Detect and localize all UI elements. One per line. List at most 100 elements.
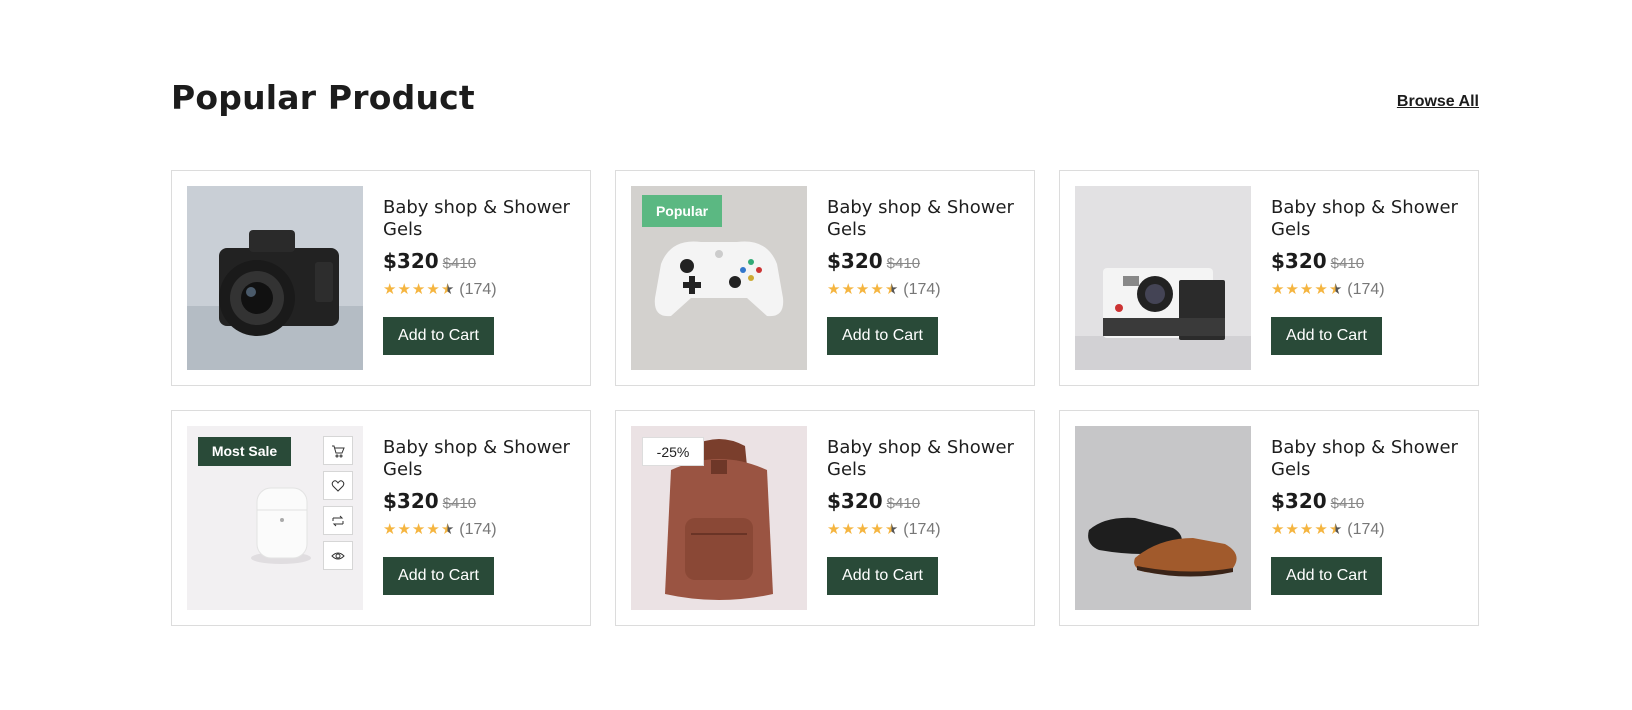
star-icon: ★ <box>841 521 855 538</box>
review-count: (174) <box>459 521 497 538</box>
add-to-cart-button[interactable]: Add to Cart <box>827 557 938 595</box>
half-star-icon: ★ <box>440 281 455 298</box>
product-info: Baby shop & Shower Gels $320 $410 ★ ★ ★ ★ ★ … <box>1271 197 1466 355</box>
product-rating: ★ ★ ★ ★ ★ (174) <box>383 521 578 539</box>
half-star-icon: ★ <box>884 521 899 538</box>
star-icon: ★ <box>383 521 397 538</box>
star-icon: ★ <box>426 281 440 298</box>
product-card: Baby shop & Shower Gels $320 $410 ★ ★ ★ ★ ★ … <box>1059 410 1479 626</box>
star-icon: ★ <box>1299 281 1314 298</box>
product-old-price: $410 <box>1330 255 1365 272</box>
product-price: $320 <box>383 489 439 513</box>
product-rating: ★ ★ ★ ★ ★ (174) <box>1271 521 1466 539</box>
star-icon: ★ <box>870 281 884 298</box>
star-icon: ★ <box>411 521 426 538</box>
product-image-instant-camera[interactable] <box>1075 186 1251 370</box>
product-card: Popular Baby shop & Shower Gels $320 $41… <box>615 170 1035 386</box>
review-count: (174) <box>903 281 941 298</box>
star-icon: ★ <box>1285 521 1299 538</box>
quick-actions <box>323 436 353 576</box>
star-icon: ★ <box>827 521 841 538</box>
star-icon: ★ <box>426 521 440 538</box>
star-icon: ★ <box>1271 521 1285 538</box>
product-image-backpack[interactable]: -25% <box>631 426 807 610</box>
star-icon: ★ <box>1285 281 1299 298</box>
price-row: $320 $410 <box>1271 249 1466 273</box>
add-to-cart-quick-button[interactable] <box>323 436 353 465</box>
rating-stars: ★ ★ ★ ★ ★ <box>383 521 454 539</box>
product-old-price: $410 <box>1330 495 1365 512</box>
review-count: (174) <box>903 521 941 538</box>
product-price: $320 <box>1271 489 1327 513</box>
product-image-shoes[interactable] <box>1075 426 1251 610</box>
product-name[interactable]: Baby shop & Shower Gels <box>827 197 1022 241</box>
price-row: $320 $410 <box>827 489 1022 513</box>
review-count: (174) <box>1347 281 1385 298</box>
product-name[interactable]: Baby shop & Shower Gels <box>383 197 578 241</box>
quick-view-button[interactable] <box>323 541 353 570</box>
half-star-icon: ★ <box>1328 521 1343 538</box>
product-price: $320 <box>827 489 883 513</box>
browse-all-link[interactable]: Browse All <box>1397 93 1479 111</box>
star-icon: ★ <box>397 521 411 538</box>
rating-stars: ★ ★ ★ ★ ★ <box>827 521 898 539</box>
popular-products-section: Popular Product Browse All Baby shop & S… <box>171 0 1479 710</box>
product-image-camera[interactable] <box>187 186 363 370</box>
wishlist-button[interactable] <box>323 471 353 500</box>
product-info: Baby shop & Shower Gels $320 $410 ★ ★ ★ ★ ★ … <box>827 437 1022 595</box>
add-to-cart-button[interactable]: Add to Cart <box>1271 557 1382 595</box>
add-to-cart-button[interactable]: Add to Cart <box>827 317 938 355</box>
star-icon: ★ <box>1299 521 1314 538</box>
product-image-earbuds-case[interactable]: Most Sale <box>187 426 363 610</box>
product-old-price: $410 <box>442 255 477 272</box>
cart-icon <box>332 445 345 457</box>
product-price: $320 <box>1271 249 1327 273</box>
star-icon: ★ <box>827 281 841 298</box>
add-to-cart-button[interactable]: Add to Cart <box>383 557 494 595</box>
heart-icon <box>331 479 345 492</box>
product-name[interactable]: Baby shop & Shower Gels <box>1271 197 1466 241</box>
product-old-price: $410 <box>886 255 921 272</box>
product-info: Baby shop & Shower Gels $320 $410 ★ ★ ★ ★ ★ … <box>827 197 1022 355</box>
section-title: Popular Product <box>171 78 475 117</box>
product-old-price: $410 <box>886 495 921 512</box>
product-card: -25% Baby shop & Shower Gels $320 $410 ★… <box>615 410 1035 626</box>
add-to-cart-button[interactable]: Add to Cart <box>1271 317 1382 355</box>
eye-icon <box>331 552 345 559</box>
rating-stars: ★ ★ ★ ★ ★ <box>1271 281 1342 299</box>
product-image-game-controller[interactable]: Popular <box>631 186 807 370</box>
star-icon: ★ <box>411 281 426 298</box>
product-price: $320 <box>383 249 439 273</box>
product-card: Baby shop & Shower Gels $320 $410 ★ ★ ★ ★ ★ … <box>1059 170 1479 386</box>
price-row: $320 $410 <box>1271 489 1466 513</box>
price-row: $320 $410 <box>383 249 578 273</box>
star-icon: ★ <box>855 281 870 298</box>
price-row: $320 $410 <box>383 489 578 513</box>
add-to-cart-button[interactable]: Add to Cart <box>383 317 494 355</box>
product-info: Baby shop & Shower Gels $320 $410 ★ ★ ★ ★ ★ … <box>1271 437 1466 595</box>
product-card: Most Sale Baby shop & Shower Gels $320 $… <box>171 410 591 626</box>
product-name[interactable]: Baby shop & Shower Gels <box>827 437 1022 481</box>
product-info: Baby shop & Shower Gels $320 $410 ★ ★ ★ ★ ★ … <box>383 197 578 355</box>
popular-badge: Popular <box>642 195 722 227</box>
product-rating: ★ ★ ★ ★ ★ (174) <box>383 281 578 299</box>
star-icon: ★ <box>841 281 855 298</box>
star-icon: ★ <box>855 521 870 538</box>
rating-stars: ★ ★ ★ ★ ★ <box>383 281 454 299</box>
star-icon: ★ <box>870 521 884 538</box>
star-icon: ★ <box>1314 281 1328 298</box>
review-count: (174) <box>459 281 497 298</box>
product-rating: ★ ★ ★ ★ ★ (174) <box>827 521 1022 539</box>
star-icon: ★ <box>1314 521 1328 538</box>
product-rating: ★ ★ ★ ★ ★ (174) <box>1271 281 1466 299</box>
product-name[interactable]: Baby shop & Shower Gels <box>1271 437 1466 481</box>
rating-stars: ★ ★ ★ ★ ★ <box>827 281 898 299</box>
product-name[interactable]: Baby shop & Shower Gels <box>383 437 578 481</box>
star-icon: ★ <box>383 281 397 298</box>
discount-badge: -25% <box>642 437 704 466</box>
star-icon: ★ <box>1271 281 1285 298</box>
compare-button[interactable] <box>323 506 353 535</box>
most-sale-badge: Most Sale <box>198 437 291 466</box>
price-row: $320 $410 <box>827 249 1022 273</box>
star-icon: ★ <box>397 281 411 298</box>
